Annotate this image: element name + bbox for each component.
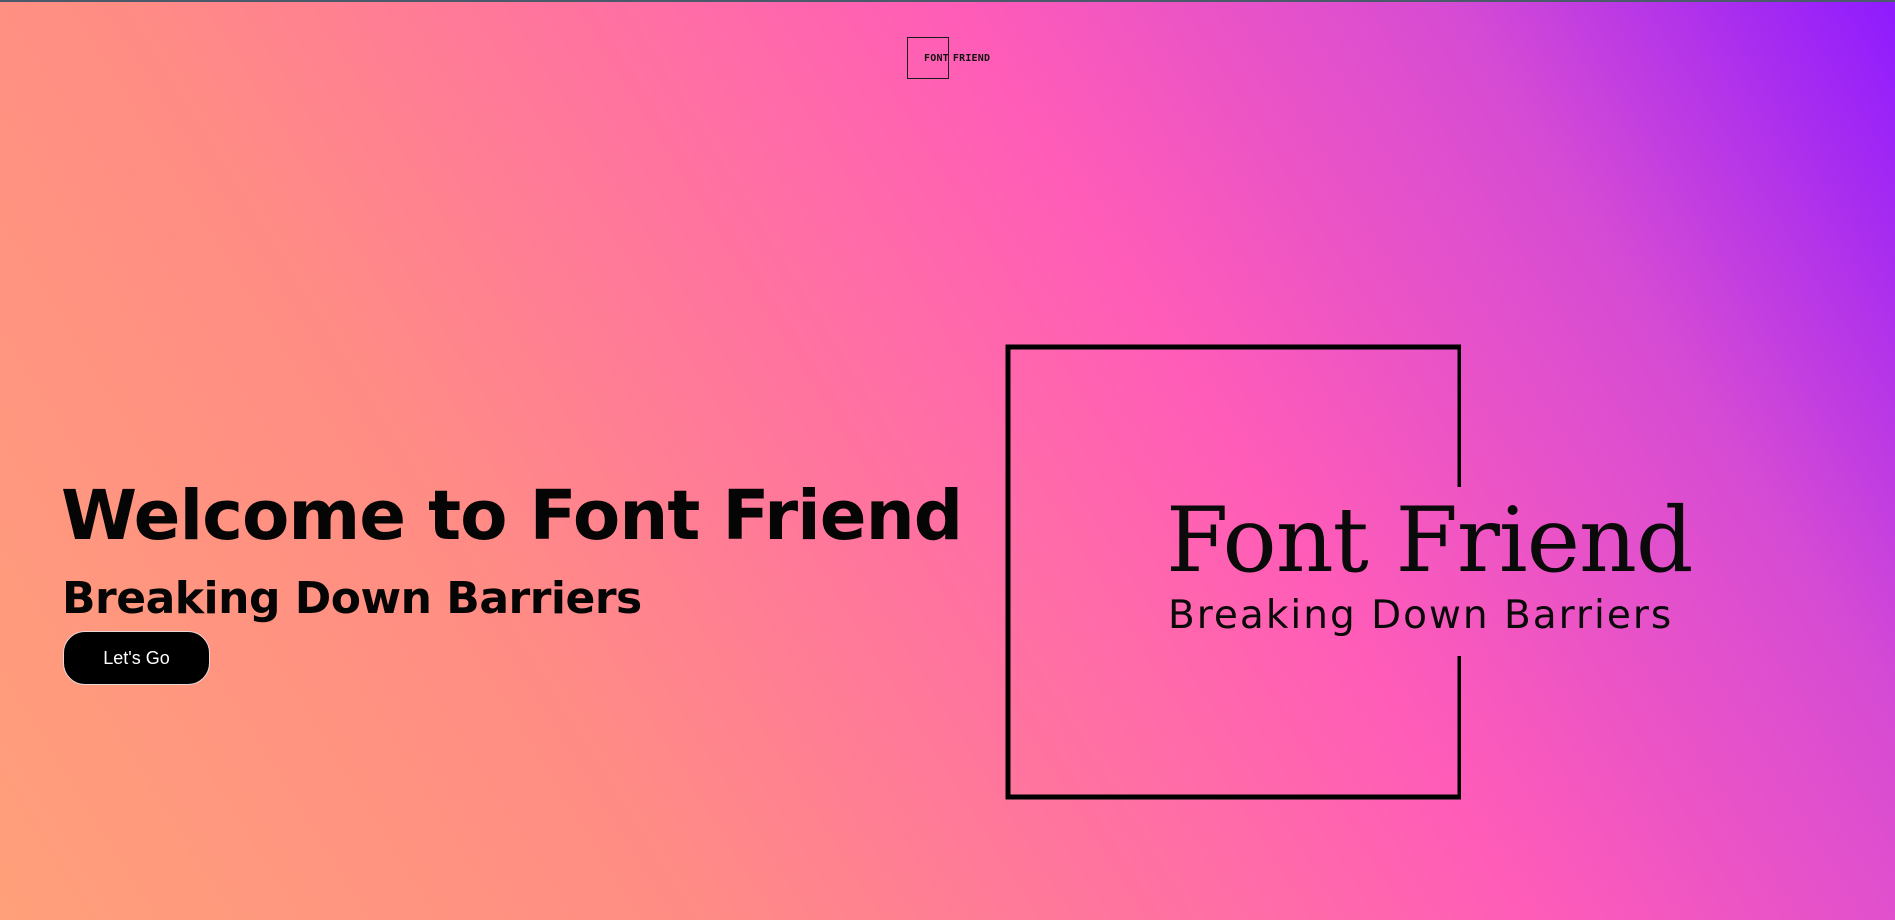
- brand-logo-tagline: Breaking Down Barriers: [1168, 593, 1674, 638]
- nav-logo-word-font: FONT: [924, 53, 949, 64]
- top-border-strip: [0, 0, 1895, 2]
- hero-subtitle: Breaking Down Barriers: [62, 573, 642, 624]
- nav-logo-word-friend: FRIEND: [952, 53, 991, 64]
- lets-go-button[interactable]: Let's Go: [63, 631, 210, 685]
- brand-logo-name: Font Friend: [1166, 488, 1694, 593]
- nav-logo[interactable]: FONT FRIEND: [924, 53, 990, 64]
- hero-title: Welcome to Font Friend: [61, 476, 963, 556]
